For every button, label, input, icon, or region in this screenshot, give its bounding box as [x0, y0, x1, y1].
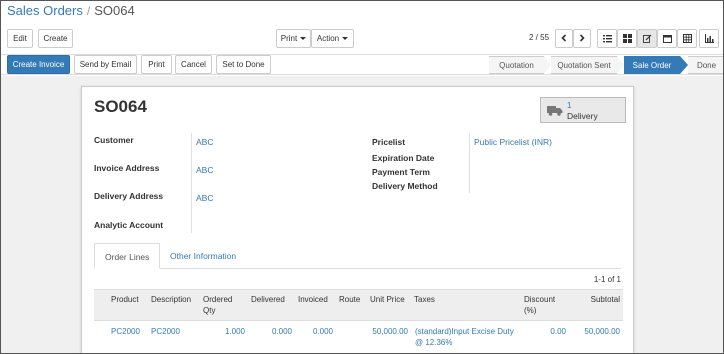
- edit-button[interactable]: Edit: [7, 29, 33, 48]
- table-row[interactable]: PC2000 PC2000 1.000 0.000 0.000 50,000.0…: [94, 321, 623, 354]
- invoice-address-label: Invoice Address: [94, 163, 160, 173]
- cell-invoiced[interactable]: 0.000: [295, 321, 336, 354]
- calendar-icon: [662, 35, 672, 43]
- pivot-view-button[interactable]: [677, 29, 697, 48]
- column-header-ordered-qty[interactable]: Ordered Qty: [200, 289, 248, 321]
- set-to-done-button[interactable]: Set to Done: [216, 55, 271, 74]
- calendar-view-button[interactable]: [657, 29, 677, 48]
- column-header-product[interactable]: Product: [108, 289, 148, 321]
- lines-pager: 1-1 of 1: [593, 275, 621, 284]
- create-button[interactable]: Create: [38, 29, 73, 48]
- kanban-icon: [622, 34, 632, 43]
- pager-previous-button[interactable]: [555, 29, 573, 48]
- pricelist-label: Pricelist: [372, 137, 406, 147]
- stage-done[interactable]: Done: [688, 56, 723, 74]
- stage-quotation[interactable]: Quotation: [489, 56, 544, 74]
- print-dropdown[interactable]: Print: [276, 29, 311, 48]
- action-dropdown[interactable]: Action: [311, 29, 354, 48]
- action-dropdown-label: Action: [316, 34, 340, 43]
- create-invoice-button[interactable]: Create Invoice: [7, 55, 70, 74]
- form-content: SO064 1 Delivery Customer ABC Invoice Ad…: [1, 76, 723, 353]
- customer-label: Customer: [94, 135, 134, 145]
- cell-product[interactable]: PC2000: [108, 321, 148, 354]
- column-header-taxes[interactable]: Taxes: [411, 289, 521, 321]
- cell-description[interactable]: PC2000: [148, 321, 200, 354]
- delivery-address-label: Delivery Address: [94, 191, 164, 201]
- table-header-row: Product Description Ordered Qty Delivere…: [94, 289, 623, 321]
- pager-value[interactable]: 2 / 55: [529, 33, 549, 42]
- column-header-unit-price[interactable]: Unit Price: [367, 289, 411, 321]
- chevron-right-icon: [579, 34, 585, 42]
- delivery-count: 1: [567, 101, 572, 110]
- chevron-left-icon: [561, 34, 567, 42]
- cell-route[interactable]: [336, 321, 367, 354]
- pricelist-value[interactable]: Public Pricelist (INR): [474, 137, 552, 147]
- column-header-discount[interactable]: Discount (%): [521, 289, 569, 321]
- customer-value[interactable]: ABC: [196, 137, 213, 147]
- tab-other-information[interactable]: Other Information: [160, 243, 246, 269]
- notebook-tabs: Order Lines Other Information: [94, 243, 621, 269]
- cell-ordered-qty[interactable]: 1.000: [200, 321, 248, 354]
- caret-down-icon: [342, 37, 349, 41]
- delivery-label: Delivery: [567, 111, 598, 121]
- row-spacer: [94, 321, 108, 354]
- column-header-description[interactable]: Description: [148, 289, 200, 321]
- cell-discount[interactable]: 0.00: [521, 321, 569, 354]
- order-title: SO064: [94, 97, 147, 116]
- stage-separator-arrow: [617, 56, 624, 74]
- cancel-button[interactable]: Cancel: [175, 55, 212, 74]
- print-button[interactable]: Print: [141, 55, 172, 74]
- app-window: Sales Orders / SO064 Edit Create Print Act…: [0, 0, 724, 354]
- stage-active-arrow: [680, 56, 688, 74]
- column-header-subtotal[interactable]: Subtotal: [569, 289, 623, 321]
- stage-separator-arrow: [544, 56, 551, 74]
- field-divider: [469, 133, 470, 193]
- breadcrumb-current: SO064: [94, 3, 135, 18]
- pager-next-button[interactable]: [573, 29, 591, 48]
- breadcrumb-sales-orders[interactable]: Sales Orders: [7, 3, 83, 18]
- delivery-method-label: Delivery Method: [372, 181, 438, 191]
- invoice-address-value[interactable]: ABC: [196, 165, 213, 175]
- form-view-button[interactable]: [637, 29, 657, 48]
- expiration-date-label: Expiration Date: [372, 153, 435, 163]
- send-by-email-button[interactable]: Send by Email: [74, 55, 137, 74]
- print-dropdown-label: Print: [280, 34, 298, 43]
- bar-chart-icon: [704, 34, 714, 43]
- control-panel: Sales Orders / SO064 Edit Create Print Act…: [1, 1, 723, 55]
- graph-view-button[interactable]: [699, 29, 719, 48]
- delivery-smart-button[interactable]: 1 Delivery: [540, 97, 626, 123]
- form-sheet: SO064 1 Delivery Customer ABC Invoice Ad…: [81, 86, 634, 353]
- field-divider: [191, 133, 192, 233]
- column-header-route[interactable]: Route: [336, 289, 367, 321]
- column-header-delivered[interactable]: Delivered: [248, 289, 295, 321]
- breadcrumb: Sales Orders / SO064: [7, 3, 135, 19]
- cell-unit-price[interactable]: 50,000.00: [367, 321, 411, 354]
- table-header-spacer: [94, 289, 108, 321]
- payment-term-label: Payment Term: [372, 167, 430, 177]
- analytic-account-label: Analytic Account: [94, 220, 164, 230]
- kanban-view-button[interactable]: [617, 29, 637, 48]
- list-view-button[interactable]: [597, 29, 617, 48]
- status-bar: Quotation Quotation Sent Sale Order Done: [489, 56, 723, 74]
- truck-icon: [547, 106, 563, 116]
- stage-quotation-sent[interactable]: Quotation Sent: [551, 56, 617, 74]
- cell-taxes[interactable]: (standard)Input Excise Duty @ 12.36%: [411, 321, 521, 354]
- edit-icon: [642, 34, 651, 43]
- cell-delivered[interactable]: 0.000: [248, 321, 295, 354]
- caret-down-icon: [300, 37, 307, 41]
- column-header-invoiced[interactable]: Invoiced: [295, 289, 336, 321]
- stage-sale-order[interactable]: Sale Order: [624, 56, 680, 74]
- tab-order-lines[interactable]: Order Lines: [94, 243, 161, 269]
- delivery-address-value[interactable]: ABC: [196, 193, 213, 203]
- breadcrumb-separator: /: [86, 4, 91, 18]
- cell-subtotal[interactable]: 50,000.00: [569, 321, 623, 354]
- list-icon: [602, 35, 612, 43]
- table-icon: [682, 34, 692, 43]
- order-lines-table: Product Description Ordered Qty Delivere…: [94, 289, 623, 353]
